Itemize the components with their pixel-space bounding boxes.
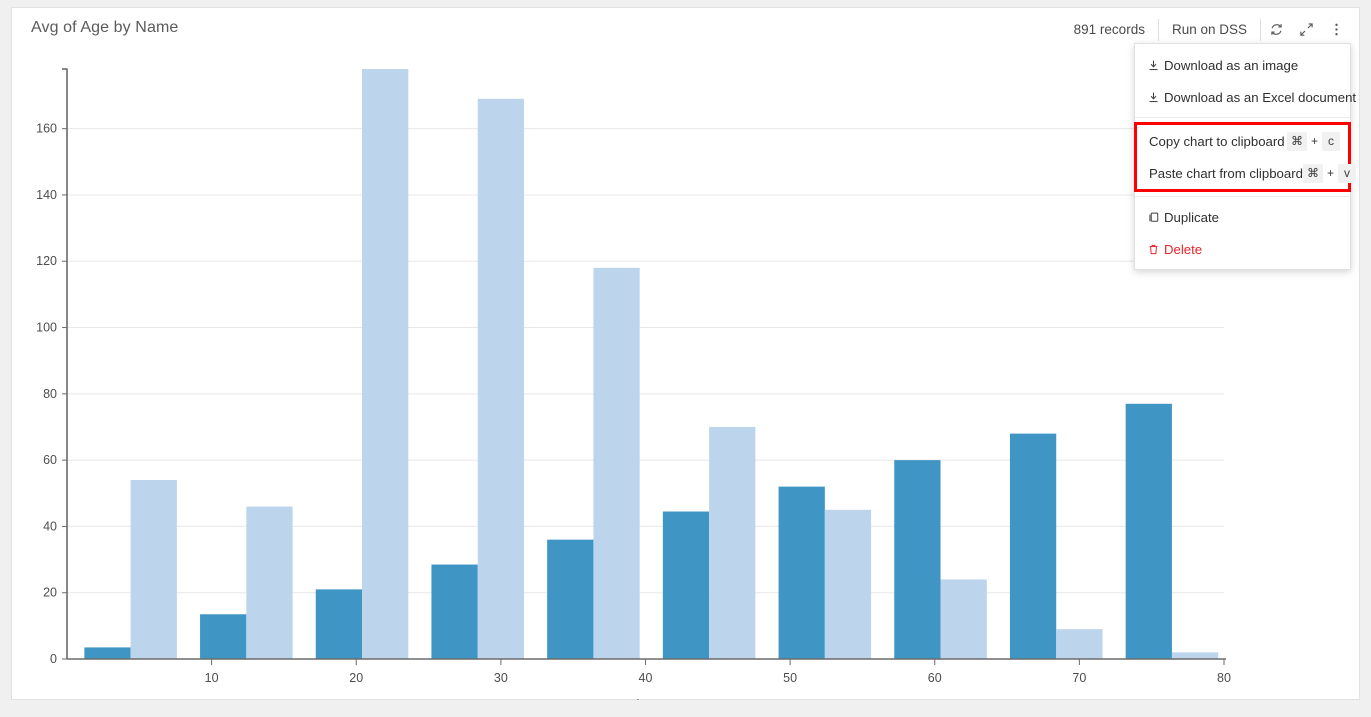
bar[interactable] [84, 647, 131, 659]
menu-divider [1135, 196, 1350, 197]
x-tick-label: 10 [205, 671, 219, 685]
download-icon [1147, 91, 1164, 104]
bar[interactable] [1009, 433, 1057, 659]
bar[interactable] [1056, 629, 1103, 659]
bar[interactable] [431, 564, 478, 659]
expand-icon[interactable] [1291, 16, 1321, 43]
bar[interactable] [824, 509, 872, 659]
bar[interactable] [662, 511, 710, 660]
y-tick-label: 140 [36, 188, 57, 202]
more-vertical-icon[interactable] [1321, 16, 1351, 43]
x-tick-label: 20 [349, 671, 363, 685]
menu-item-paste-chart[interactable]: Paste chart from clipboard ⌘ + v [1137, 157, 1356, 189]
y-axis: 0 20 40 60 80 100 120 140 160 [36, 68, 68, 666]
bar[interactable] [315, 589, 363, 659]
x-tick-label: 30 [494, 671, 508, 685]
bar[interactable] [894, 460, 941, 659]
chart-card: Avg of Age by Name 891 records Run on DS… [11, 7, 1360, 700]
y-tick-label: 160 [36, 122, 57, 136]
x-tick-label: 60 [928, 671, 942, 685]
y-tick-label: 60 [43, 453, 57, 467]
bar[interactable] [593, 267, 640, 659]
key-letter: v [1337, 163, 1356, 183]
x-tick-label: 70 [1072, 671, 1086, 685]
menu-label: Copy chart to clipboard [1149, 133, 1285, 149]
y-tick-label: 80 [43, 387, 57, 401]
menu-label: Delete [1164, 241, 1203, 257]
y-tick-label: 100 [36, 321, 57, 335]
y-tick-label: 40 [43, 519, 57, 533]
bar[interactable] [130, 480, 177, 659]
y-tick-label: 120 [36, 254, 57, 268]
bar[interactable] [940, 579, 987, 659]
clipboard-actions-highlight: Copy chart to clipboard ⌘ + c Paste char… [1134, 122, 1356, 192]
x-axis-title: Age [633, 697, 657, 700]
download-icon [1147, 59, 1164, 72]
bar-series [84, 69, 1219, 660]
page-title: Avg of Age by Name [31, 19, 179, 36]
menu-item-delete[interactable]: Delete [1135, 233, 1350, 265]
menu-item-copy-chart[interactable]: Copy chart to clipboard ⌘ + c [1137, 125, 1348, 157]
menu-label: Duplicate [1164, 209, 1219, 225]
menu-label: Download as an Excel document [1164, 89, 1357, 105]
bar[interactable] [362, 69, 409, 659]
header-toolbar: 891 records Run on DSS [1061, 16, 1351, 43]
menu-label: Paste chart from clipboard [1149, 165, 1303, 181]
bar[interactable] [246, 506, 293, 659]
run-on-dss-button[interactable]: Run on DSS [1159, 16, 1260, 43]
key-letter: c [1322, 131, 1340, 151]
menu-label: Download as an image [1164, 57, 1299, 73]
x-tick-label: 40 [639, 671, 653, 685]
menu-item-download-excel[interactable]: Download as an Excel document [1135, 81, 1356, 113]
shortcut-paste: ⌘ + v [1302, 163, 1356, 183]
bar[interactable] [1171, 652, 1219, 659]
bar[interactable] [1125, 403, 1172, 659]
records-count: 891 records [1073, 22, 1145, 37]
shortcut-copy: ⌘ + c [1286, 131, 1340, 151]
bar[interactable] [477, 98, 525, 659]
key-plus: + [1326, 166, 1334, 180]
x-tick-label: 50 [783, 671, 797, 685]
chart-options-menu: Download as an image Download as an Exce… [1134, 43, 1356, 270]
bar[interactable] [200, 614, 247, 659]
menu-item-download-image[interactable]: Download as an image [1135, 49, 1350, 81]
key-cmd: ⌘ [1302, 163, 1323, 183]
refresh-icon[interactable] [1261, 16, 1291, 43]
key-cmd: ⌘ [1286, 131, 1307, 151]
bar[interactable] [547, 539, 594, 659]
y-tick-label: 0 [50, 652, 57, 666]
x-axis: 10 20 30 40 50 60 70 80 [67, 658, 1231, 685]
y-tick-label: 20 [43, 586, 57, 600]
bar[interactable] [778, 486, 825, 659]
copy-icon [1147, 211, 1164, 224]
x-tick-label: 80 [1217, 671, 1231, 685]
key-plus: + [1310, 134, 1318, 148]
menu-item-duplicate[interactable]: Duplicate [1135, 201, 1350, 233]
bar[interactable] [709, 426, 756, 659]
menu-divider [1135, 117, 1350, 118]
trash-icon [1147, 243, 1164, 256]
